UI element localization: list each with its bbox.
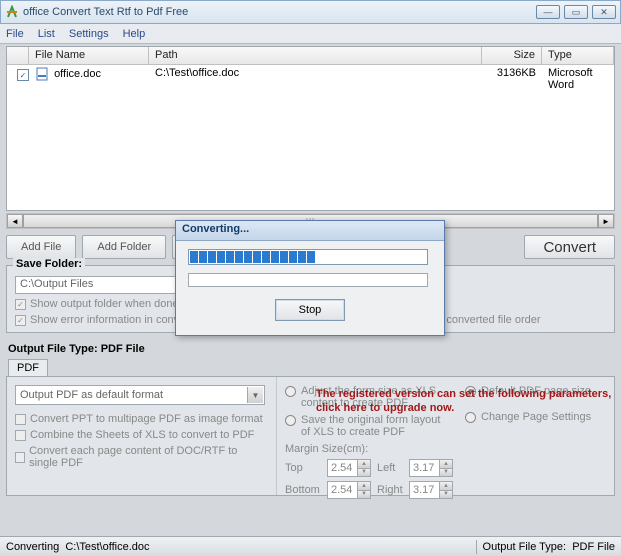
status-output-value: PDF File	[572, 541, 615, 553]
file-list-header: File Name Path Size Type	[7, 47, 614, 65]
radio-save-layout[interactable]: Save the original form layout of XLS to …	[285, 414, 455, 438]
progress-bar	[188, 249, 428, 265]
dialog-title: Converting...	[176, 221, 444, 241]
app-icon	[5, 5, 19, 19]
opt-xls-checkbox[interactable]: Combine the Sheets of XLS to convert to …	[15, 429, 268, 441]
cell-type: Microsoft Word	[542, 65, 614, 83]
opt-ppt-checkbox[interactable]: Convert PPT to multipage PDF as image fo…	[15, 413, 268, 425]
close-button[interactable]: ✕	[592, 5, 616, 19]
doc-icon	[35, 67, 49, 81]
col-filename[interactable]: File Name	[29, 47, 149, 64]
chevron-down-icon[interactable]: ▼	[247, 387, 263, 403]
cell-filename: office.doc	[54, 68, 101, 80]
output-format-combo[interactable]: Output PDF as default format ▼	[15, 385, 265, 405]
title-bar: office Convert Text Rtf to Pdf Free — ▭ …	[0, 0, 621, 24]
col-type[interactable]: Type	[542, 47, 614, 64]
output-filetype-label: Output File Type: PDF File	[8, 343, 615, 355]
opt-doc-checkbox[interactable]: Convert each page content of DOC/RTF to …	[15, 445, 268, 469]
stop-button[interactable]: Stop	[275, 299, 345, 321]
status-converting-path: C:\Test\office.doc	[65, 541, 149, 553]
col-size[interactable]: Size	[482, 47, 542, 64]
show-error-checkbox[interactable]: ✓Show error information in convers	[15, 314, 194, 326]
scroll-right-icon[interactable]: ►	[598, 214, 614, 228]
add-file-button[interactable]: Add File	[6, 235, 76, 259]
menu-bar: File List Settings Help	[0, 24, 621, 44]
col-path[interactable]: Path	[149, 47, 482, 64]
menu-settings[interactable]: Settings	[69, 28, 109, 40]
progress-bar-secondary	[188, 273, 428, 287]
status-output-label: Output File Type:	[483, 541, 567, 553]
menu-file[interactable]: File	[6, 28, 24, 40]
minimize-button[interactable]: —	[536, 5, 560, 19]
margin-right-input[interactable]: 3.17▲▼	[409, 481, 453, 499]
converting-dialog: Converting... Stop	[175, 220, 445, 336]
scroll-left-icon[interactable]: ◄	[7, 214, 23, 228]
cell-path: C:\Test\office.doc	[149, 65, 482, 83]
convert-button[interactable]: Convert	[524, 235, 615, 259]
status-bar: Converting C:\Test\office.doc Output Fil…	[0, 536, 621, 556]
tab-pdf[interactable]: PDF	[8, 359, 48, 376]
menu-help[interactable]: Help	[123, 28, 146, 40]
file-list[interactable]: File Name Path Size Type ✓ office.doc C:…	[6, 46, 615, 211]
maximize-button[interactable]: ▭	[564, 5, 588, 19]
add-folder-button[interactable]: Add Folder	[82, 235, 166, 259]
cell-size: 3136KB	[482, 65, 542, 83]
table-row[interactable]: ✓ office.doc C:\Test\office.doc 3136KB M…	[7, 65, 614, 83]
upgrade-link[interactable]: The registered version can set the follo…	[316, 388, 616, 416]
row-checkbox[interactable]: ✓	[17, 69, 29, 81]
margin-bottom-input[interactable]: 2.54▲▼	[327, 481, 371, 499]
margin-left-input[interactable]: 3.17▲▼	[409, 459, 453, 477]
save-folder-legend: Save Folder:	[13, 258, 85, 270]
status-converting-label: Converting	[6, 541, 59, 553]
margin-size-label: Margin Size(cm):	[285, 443, 455, 455]
margin-top-input[interactable]: 2.54▲▼	[327, 459, 371, 477]
window-title: office Convert Text Rtf to Pdf Free	[23, 6, 536, 18]
menu-list[interactable]: List	[38, 28, 55, 40]
